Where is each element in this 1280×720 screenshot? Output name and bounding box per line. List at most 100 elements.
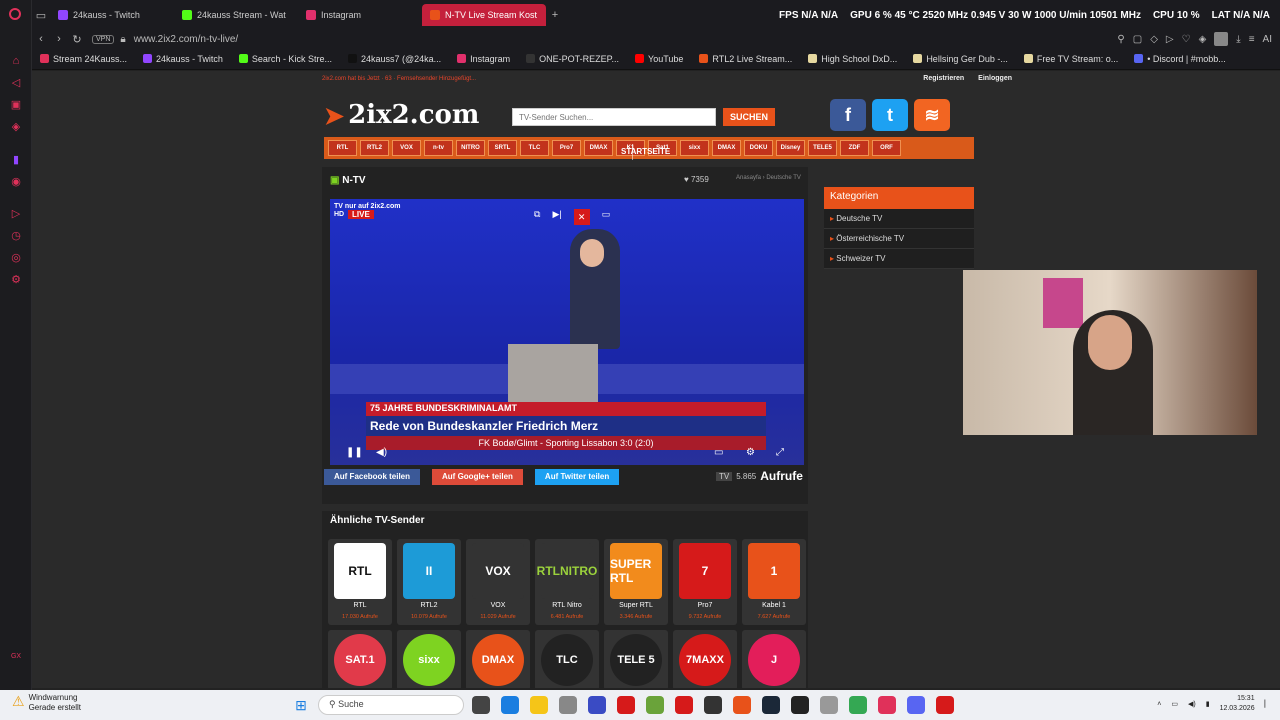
channel-tile[interactable]: 7MAXX	[673, 630, 737, 688]
mouse-icon[interactable]	[559, 696, 577, 714]
new-tab-icon[interactable]: +	[546, 9, 564, 21]
pin-icon[interactable]: ⚲	[1117, 34, 1124, 45]
channel-tile[interactable]: RTLNITRO RTL Nitro 6.481 Aufrufe	[535, 539, 599, 625]
channel-link[interactable]: TELE5	[808, 140, 837, 156]
media-app-icon[interactable]	[936, 696, 954, 714]
popout-icon[interactable]: ⧉	[534, 209, 540, 225]
game-icon[interactable]	[646, 696, 664, 714]
sidebar-player-icon[interactable]: ▷	[9, 207, 23, 221]
twitter-share-button[interactable]: Auf Twitter teilen	[534, 469, 620, 485]
channel-tile[interactable]: J	[742, 630, 806, 688]
google-share-button[interactable]: Auf Google+ teilen	[432, 469, 523, 485]
channel-link[interactable]: RTL	[328, 140, 357, 156]
heart-icon[interactable]: ♡	[1182, 34, 1191, 45]
sidebar-bag-icon[interactable]: ▣	[9, 98, 23, 112]
rss-icon[interactable]: ≋	[914, 99, 950, 131]
fullscreen-icon[interactable]: ⤢	[776, 447, 784, 458]
channel-tile[interactable]: SUPER RTL Super RTL 3.346 Aufrufe	[604, 539, 668, 625]
sidebar-home-icon[interactable]: ⌂	[9, 54, 23, 68]
orange-app-icon[interactable]	[733, 696, 751, 714]
sidebar-extensions-icon[interactable]: ◎	[9, 251, 23, 265]
download-icon[interactable]: ⤓	[1236, 34, 1240, 45]
facebook-share-button[interactable]: Auf Facebook teilen	[324, 469, 421, 485]
weather-widget[interactable]: ⚠ Windwarnung Gerade erstellt	[12, 693, 81, 713]
bookmark-item[interactable]: Free TV Stream: o...	[1016, 54, 1126, 64]
channel-link[interactable]: ORF	[872, 140, 901, 156]
clock[interactable]: 15:31 12.03.2026	[1220, 694, 1255, 714]
like-count[interactable]: ♥ 7359	[684, 175, 709, 184]
channel-link[interactable]: ZDF	[840, 140, 869, 156]
category-item[interactable]: Schweizer TV	[824, 249, 974, 269]
site-logo[interactable]: ➤ 2ix2.com	[324, 98, 504, 132]
sidebar-messenger-icon[interactable]: ◈	[9, 120, 23, 134]
easy-setup-icon[interactable]: ≡	[1249, 34, 1255, 45]
channel-tile[interactable]: TELE 5	[604, 630, 668, 688]
taskbar-search[interactable]: ⚲ Suche	[318, 695, 464, 715]
ai-button[interactable]: AI	[1263, 34, 1272, 45]
channel-tile[interactable]: SAT.1	[328, 630, 392, 688]
opera-gx-icon[interactable]	[878, 696, 896, 714]
bookmark-item[interactable]: 24kauss - Twitch	[135, 54, 231, 64]
tab-list-icon[interactable]: ▭	[32, 9, 50, 22]
tab-1[interactable]: 24kauss Stream - Wat	[174, 4, 298, 26]
v-app-icon[interactable]	[588, 696, 606, 714]
calculator-icon[interactable]	[501, 696, 519, 714]
bookmark-item[interactable]: YouTube	[627, 54, 691, 64]
red-app-icon[interactable]	[675, 696, 693, 714]
channel-link[interactable]: RTL2	[360, 140, 389, 156]
volume-icon[interactable]: ◀)	[376, 447, 387, 458]
discord-icon[interactable]	[907, 696, 925, 714]
category-item[interactable]: Deutsche TV	[824, 209, 974, 229]
play-icon[interactable]: ▷	[1166, 34, 1174, 45]
circle-app-icon[interactable]	[704, 696, 722, 714]
bookmark-item[interactable]: Search - Kick Stre...	[231, 54, 340, 64]
channel-tile[interactable]: VOX VOX 11.029 Aufrufe	[466, 539, 530, 625]
windows-start-icon[interactable]: ⊞	[293, 697, 309, 713]
avatar[interactable]	[1214, 32, 1229, 46]
epic-icon[interactable]	[791, 696, 809, 714]
tab-0[interactable]: 24kauss - Twitch	[50, 4, 174, 26]
bookmark-item[interactable]: High School DxD...	[800, 54, 905, 64]
channel-tile[interactable]: 7 Pro7 9.732 Aufrufe	[673, 539, 737, 625]
search-button[interactable]: SUCHEN	[723, 108, 775, 126]
reload-icon[interactable]: ↻	[68, 33, 86, 46]
facebook-icon[interactable]: f	[830, 99, 866, 131]
channel-link[interactable]: NITRO	[456, 140, 485, 156]
channel-tile[interactable]: sixx	[397, 630, 461, 688]
channel-tile[interactable]: TLC	[535, 630, 599, 688]
sidebar-music-icon[interactable]: ◉	[9, 175, 23, 189]
channel-tile[interactable]: DMAX	[466, 630, 530, 688]
network-icon[interactable]: ▭	[1171, 700, 1178, 708]
channel-tile[interactable]: II RTL2 10.079 Aufrufe	[397, 539, 461, 625]
sidebar-history-icon[interactable]: ◷	[9, 229, 23, 243]
settings-icon[interactable]: ⚙	[746, 447, 755, 458]
pause-icon[interactable]: ❚❚	[346, 447, 363, 458]
vpn-badge[interactable]: VPN	[92, 34, 115, 44]
login-link[interactable]: Einloggen	[978, 75, 1012, 82]
channel-link[interactable]: Disney	[776, 140, 805, 156]
steam-icon[interactable]	[762, 696, 780, 714]
sidebar-twitch-icon[interactable]: ▮	[9, 153, 23, 167]
extensions-icon[interactable]: ◈	[1199, 34, 1207, 45]
home-link[interactable]: STARTSEITE	[617, 144, 670, 160]
gear-app-icon[interactable]	[820, 696, 838, 714]
tab-3[interactable]: N-TV Live Stream Kost	[422, 4, 546, 26]
explorer-icon[interactable]	[530, 696, 548, 714]
bookmark-item[interactable]: • Discord | #mobb...	[1126, 54, 1234, 64]
channel-link[interactable]: VOX	[392, 140, 421, 156]
channel-link[interactable]: DMAX	[584, 140, 613, 156]
skip-icon[interactable]: ▶|	[552, 209, 561, 225]
pip-icon[interactable]: ▭	[602, 209, 611, 225]
notification-icon[interactable]: ▏	[1265, 700, 1270, 708]
bookmark-item[interactable]: 24kauss7 (@24ka...	[340, 54, 449, 64]
channel-tile[interactable]: RTL RTL 17.030 Aufrufe	[328, 539, 392, 625]
channel-link[interactable]: n-tv	[424, 140, 453, 156]
chrome-icon[interactable]	[849, 696, 867, 714]
bookmark-item[interactable]: Instagram	[449, 54, 518, 64]
category-item[interactable]: Österreichische TV	[824, 229, 974, 249]
back-icon[interactable]: ‹	[32, 33, 50, 45]
channel-search-input[interactable]	[512, 108, 716, 126]
channel-link[interactable]: SRTL	[488, 140, 517, 156]
channel-link[interactable]: sixx	[680, 140, 709, 156]
battery-icon[interactable]: ▮	[1206, 700, 1210, 708]
